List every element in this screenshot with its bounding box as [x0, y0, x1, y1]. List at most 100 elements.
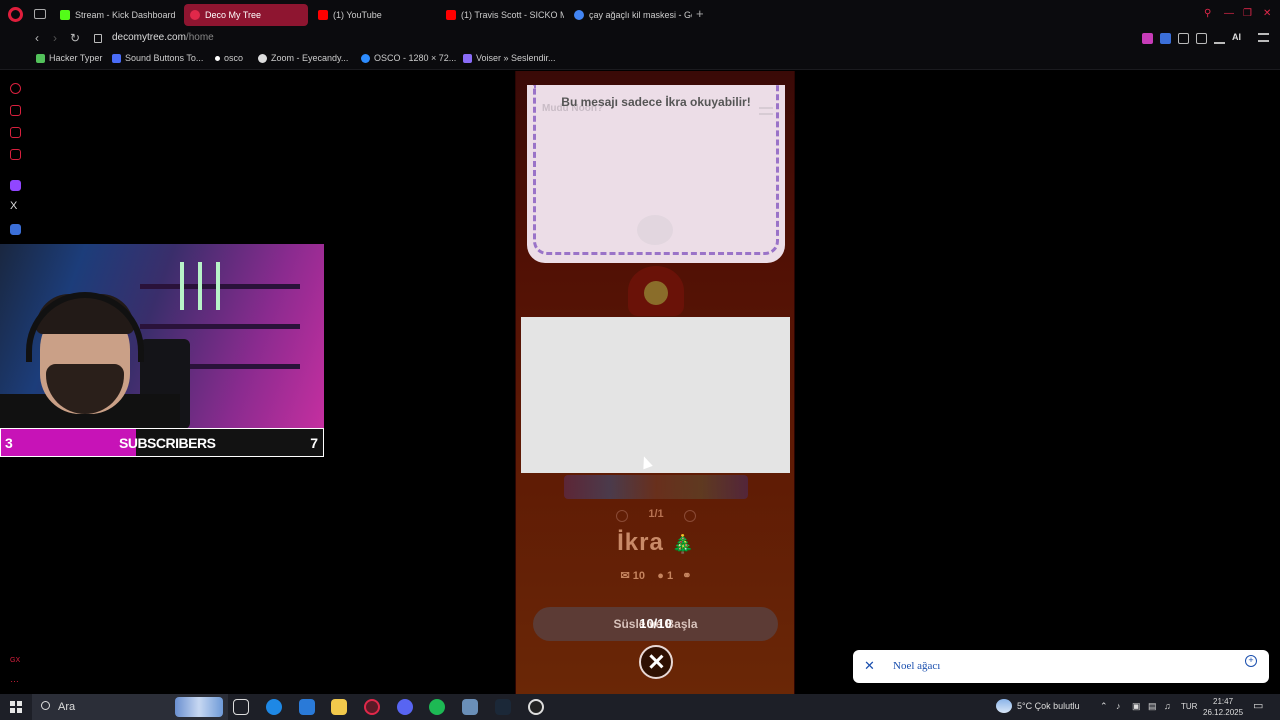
reload-icon[interactable]: ↻ [70, 31, 80, 45]
close-message-icon[interactable] [639, 645, 673, 679]
tree-ornament-image [644, 281, 668, 305]
spotify-icon[interactable] [429, 699, 445, 715]
subscriber-goal: 7 [310, 435, 318, 451]
ornament-count-icon: ● [657, 570, 664, 582]
tree-owner-name: İkra 🎄 [516, 529, 794, 557]
task-view-icon[interactable] [233, 699, 249, 715]
message-count: 10 [632, 570, 646, 582]
youtube-favicon-icon [446, 10, 456, 20]
steam-icon[interactable] [495, 699, 511, 715]
sidebar-twitch-icon[interactable] [10, 180, 21, 191]
windows-start-icon[interactable] [10, 701, 22, 713]
extension-icon[interactable] [1142, 33, 1153, 44]
minimize-icon[interactable]: — [1224, 8, 1234, 19]
sidebar-messenger-icon[interactable] [10, 127, 21, 138]
bookmark-voiser[interactable]: Voiser » Seslendir... [463, 53, 556, 63]
share-icon[interactable]: ⚭ [682, 570, 691, 582]
bookmark-label: Zoom - Eyecandy... [271, 53, 349, 63]
decorate-start-button[interactable]: Süsle ve Başla 10/10 [533, 607, 778, 641]
clock[interactable]: 21:47 26.12.2025 [1203, 696, 1243, 718]
weather-text[interactable]: 5°C Çok bulutlu [1017, 701, 1080, 711]
search-tabs-icon[interactable]: ⚲ [1204, 8, 1211, 19]
discord-icon[interactable] [397, 699, 413, 715]
sidebar-x-icon[interactable]: X [10, 200, 21, 213]
bookmark-osco-1280[interactable]: OSCO - 1280 × 72... [361, 53, 456, 63]
next-page-icon[interactable] [684, 510, 696, 522]
bookmark-favicon-icon [361, 53, 370, 63]
deco-my-tree-page: Mudu Noon? Bu mesajı sadece İkra okuyabi… [515, 71, 795, 694]
bookmark-zoom-eyecandy[interactable]: Zoom - Eyecandy... [258, 53, 348, 63]
search-placeholder: Ara [58, 701, 76, 713]
sidebar-translate-icon[interactable] [10, 224, 21, 235]
bookmark-favicon-icon [215, 55, 220, 61]
bookmark-label: Voiser » Seslendir... [476, 53, 556, 63]
address-bar: ‹ › ↻ decomytree.com/home AI [0, 29, 1280, 49]
windows-taskbar: Ara 5°C Çok bulutlu ⌃ ♪ ▣ ▤ ♫ TUR 21:47 … [0, 694, 1280, 720]
menu-icon[interactable] [1258, 33, 1269, 42]
close-window-icon[interactable]: ✕ [1263, 8, 1271, 19]
notification-center-icon[interactable]: ▭ [1253, 699, 1263, 712]
microphone-icon[interactable]: ♪ [1116, 701, 1121, 711]
bookmark-sound-buttons[interactable]: Sound Buttons To... [112, 53, 203, 63]
tab-travis-scott[interactable]: (1) Travis Scott - SICKO M [440, 4, 564, 26]
message-count-icon: ✉ [620, 570, 630, 582]
new-tab-button[interactable]: + [696, 7, 704, 21]
subscriber-label: SUBSCRIBERS [119, 435, 216, 451]
bookmark-favicon-icon [258, 53, 267, 63]
opera-logo-icon[interactable] [8, 7, 23, 22]
bookmark-osco[interactable]: osco [215, 53, 243, 63]
sidebar-more-icon[interactable]: … [10, 674, 21, 689]
volume-icon[interactable]: ♫ [1164, 701, 1171, 711]
close-icon[interactable]: ✕ [864, 659, 875, 673]
url-field[interactable]: decomytree.com/home [112, 32, 214, 43]
tab-youtube[interactable]: (1) YouTube [312, 4, 436, 26]
sidebar-crypto-icon[interactable] [10, 105, 21, 116]
taskbar-search[interactable]: Ara [32, 694, 228, 720]
bookmark-favicon-icon [463, 53, 472, 63]
wallet-icon[interactable] [1196, 33, 1207, 44]
add-icon[interactable]: + [1245, 655, 1257, 667]
search-highlight-image [175, 697, 223, 717]
extensions-puzzle-icon[interactable] [1178, 33, 1189, 44]
tree-stats: ✉ 10 ● 1 ⚭ [516, 569, 794, 582]
subscriber-progress-fill [1, 429, 136, 456]
sidebar-gx-icon[interactable]: GX [10, 657, 21, 669]
sidebar-whatsapp-icon[interactable] [10, 149, 21, 160]
maximize-icon[interactable]: ❐ [1243, 8, 1252, 19]
bookmark-favicon-icon [112, 53, 121, 63]
obs-icon[interactable] [528, 699, 544, 715]
page-indicator: 1/1 [648, 508, 664, 520]
decomytree-favicon-icon [190, 10, 200, 20]
owner-name-text: İkra [617, 529, 664, 556]
snowman-image [637, 215, 673, 245]
store-icon[interactable] [299, 699, 315, 715]
message-content-area[interactable] [521, 317, 790, 473]
tab-deco-my-tree[interactable]: Deco My Tree [184, 4, 308, 26]
sidebar-history-icon[interactable] [10, 83, 21, 94]
bookmark-favicon-icon [36, 53, 45, 63]
language-indicator[interactable]: TUR [1181, 702, 1197, 711]
message-title: Bu mesajı sadece İkra okuyabilir! [561, 95, 751, 109]
aria-ai-button[interactable]: AI [1232, 32, 1241, 42]
message-card: Mudu Noon? Bu mesajı sadece İkra okuyabi… [527, 85, 785, 263]
bookmark-label: Sound Buttons To... [125, 53, 204, 63]
forward-icon[interactable]: › [53, 31, 57, 45]
extension-icon[interactable] [1160, 33, 1171, 44]
tray-overflow-icon[interactable]: ⌃ [1100, 701, 1108, 712]
clock-time: 21:47 [1213, 697, 1234, 706]
tab-google-search[interactable]: çay ağaçlı kil maskesi - Go [568, 4, 692, 26]
back-icon[interactable]: ‹ [35, 31, 39, 45]
download-icon[interactable] [1214, 33, 1225, 44]
tab-overview-icon[interactable] [34, 9, 46, 19]
kick-favicon-icon [60, 10, 70, 20]
file-explorer-icon[interactable] [331, 699, 347, 715]
network-icon[interactable]: ▤ [1148, 701, 1157, 712]
tray-app-icon[interactable]: ▣ [1132, 701, 1141, 712]
edge-icon[interactable] [266, 699, 282, 715]
bookmark-hacker-typer[interactable]: Hacker Typer [36, 53, 102, 63]
notification-toast[interactable]: ✕ Noel ağacı + [853, 650, 1269, 683]
opera-gx-icon[interactable] [364, 699, 380, 715]
tab-kick-dashboard[interactable]: Stream - Kick Dashboard [54, 4, 178, 26]
ornament-count: 1 [666, 570, 674, 582]
app-icon[interactable] [462, 699, 478, 715]
